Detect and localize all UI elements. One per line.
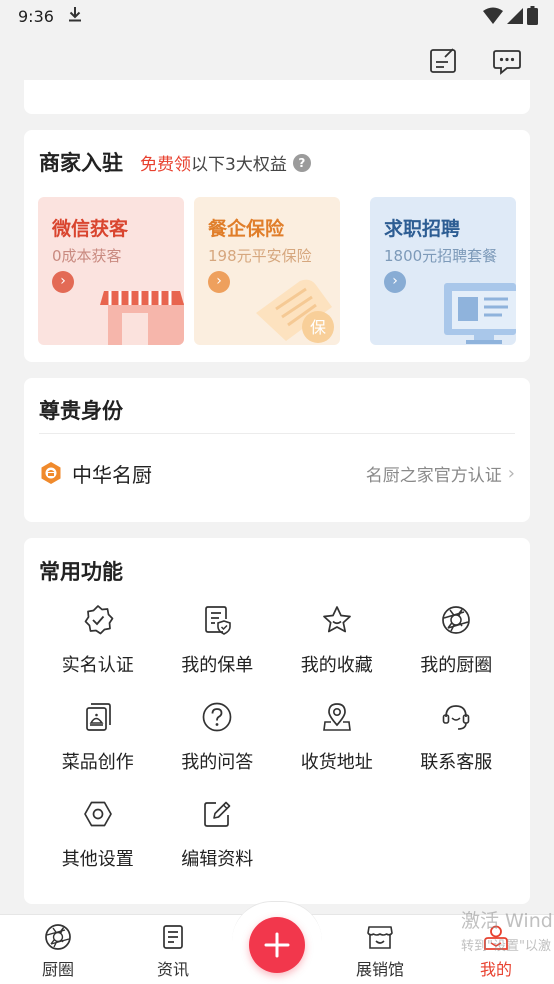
message-icon[interactable] <box>492 46 522 76</box>
merchant-subtitle[interactable]: 免费领 以下3大权益 ? <box>140 150 311 175</box>
aperture-circle-icon <box>442 606 471 634</box>
arrow-right-icon: › <box>384 271 406 293</box>
divider <box>39 433 515 434</box>
aperture-circle-icon <box>45 924 71 950</box>
status-bar: 9:36 <box>0 0 554 32</box>
benefit-wechat[interactable]: 微信获客 0成本获客 › <box>38 197 184 345</box>
activation-watermark: 激活 Wind 转到"设置"以激 <box>461 906 553 954</box>
function-circle[interactable]: 我的厨圈 <box>397 604 517 701</box>
nav-label: 资讯 <box>156 960 189 979</box>
function-label: 我的保单 <box>181 655 254 676</box>
vip-row[interactable]: 中华名厨 名厨之家官方认证 › <box>39 452 515 494</box>
function-label: 联系客服 <box>420 752 493 773</box>
vip-certification-text: 名厨之家官方认证 <box>365 465 502 486</box>
function-edit-profile[interactable]: 编辑资料 <box>158 798 278 895</box>
previous-card <box>24 80 530 114</box>
question-icon <box>202 702 232 732</box>
function-label: 实名认证 <box>61 655 134 676</box>
plus-icon <box>264 932 290 958</box>
merchant-title: 商家入驻 <box>39 151 123 175</box>
function-service[interactable]: 联系客服 <box>397 701 517 798</box>
benefit-title: 求职招聘 <box>384 218 461 240</box>
question-icon[interactable]: ? <box>292 153 311 172</box>
wifi-icon <box>483 7 503 29</box>
arrow-right-icon: › <box>208 271 230 293</box>
settings-hexagon-icon <box>83 801 112 827</box>
download-icon <box>68 6 82 26</box>
verified-badge-icon <box>84 605 114 635</box>
chef-badge-icon <box>41 462 61 484</box>
function-label: 菜品创作 <box>61 752 134 773</box>
insurance-stamp-text: 保 <box>310 318 326 337</box>
nav-label: 厨圈 <box>41 960 74 979</box>
function-dish-create[interactable]: 菜品创作 <box>38 701 158 798</box>
benefit-desc: 1800元招聘套餐 <box>384 247 498 265</box>
benefit-title: 微信获客 <box>52 218 129 240</box>
function-label: 我的收藏 <box>300 655 373 676</box>
benefit-desc: 0成本获客 <box>52 247 122 265</box>
monitor-icon <box>444 283 516 344</box>
shop-icon <box>100 291 184 345</box>
nav-item-news[interactable]: 资讯 <box>133 923 213 980</box>
news-icon <box>163 925 183 949</box>
star-icon <box>322 606 351 633</box>
signal-icon <box>507 7 523 29</box>
store-icon <box>367 926 393 949</box>
vip-title: 尊贵身份 <box>39 399 123 423</box>
benefit-insurance[interactable]: 餐企保险 198元平安保险 › 保 <box>194 197 340 345</box>
function-policy[interactable]: 我的保单 <box>158 604 278 701</box>
nav-item-exhibition[interactable]: 展销馆 <box>340 923 420 980</box>
nav-label: 我的 <box>479 960 512 979</box>
vip-card: 尊贵身份 中华名厨 名厨之家官方认证 › <box>24 378 530 522</box>
function-address[interactable]: 收货地址 <box>277 701 397 798</box>
benefit-title: 餐企保险 <box>208 218 285 240</box>
function-real-name[interactable]: 实名认证 <box>38 604 158 701</box>
edit-icon <box>204 801 231 827</box>
nav-item-circle[interactable]: 厨圈 <box>18 923 98 980</box>
function-label: 其他设置 <box>61 849 134 870</box>
function-label: 编辑资料 <box>181 849 254 870</box>
watermark-line2: 转到"设置"以激 <box>461 939 551 954</box>
battery-icon <box>527 6 538 29</box>
status-icons <box>483 6 538 29</box>
nav-label: 展销馆 <box>355 960 404 979</box>
merchant-subtitle-rest: 以下3大权益 <box>191 155 287 175</box>
dish-create-icon <box>85 703 111 731</box>
merchant-card: 商家入驻 免费领 以下3大权益 ? 微信获客 0成本获客 › 餐企保险 198元… <box>24 130 530 362</box>
insurance-document-icon: 保 <box>256 279 334 343</box>
benefit-desc: 198元平安保险 <box>208 247 312 265</box>
vip-certification: 名厨之家官方认证 › <box>366 461 515 486</box>
function-qa[interactable]: 我的问答 <box>158 701 278 798</box>
arrow-right-icon: › <box>52 271 74 293</box>
headset-icon <box>442 705 470 730</box>
function-label: 我的问答 <box>181 752 254 773</box>
functions-grid: 实名认证 我的保单 我的收藏 我的厨圈 菜品创作 我的问答 收货地址 联系客服 … <box>38 604 516 895</box>
functions-title: 常用功能 <box>39 560 123 584</box>
function-settings[interactable]: 其他设置 <box>38 798 158 895</box>
chevron-right-icon: › <box>507 462 515 484</box>
watermark-line1: 激活 Wind <box>461 910 553 932</box>
function-favorites[interactable]: 我的收藏 <box>277 604 397 701</box>
policy-document-icon <box>205 606 232 635</box>
function-label: 我的厨圈 <box>420 655 493 676</box>
edit-note-icon[interactable] <box>428 46 458 76</box>
add-button[interactable] <box>249 917 305 973</box>
location-pin-icon <box>322 703 351 731</box>
vip-name: 中华名厨 <box>72 462 152 487</box>
function-label: 收货地址 <box>300 752 373 773</box>
merchant-subtitle-highlight: 免费领 <box>140 155 191 175</box>
status-time: 9:36 <box>18 6 54 26</box>
benefit-recruit[interactable]: 求职招聘 1800元招聘套餐 › <box>370 197 516 345</box>
functions-card: 常用功能 实名认证 我的保单 我的收藏 我的厨圈 菜品创作 我的问答 收货地址 … <box>24 538 530 904</box>
